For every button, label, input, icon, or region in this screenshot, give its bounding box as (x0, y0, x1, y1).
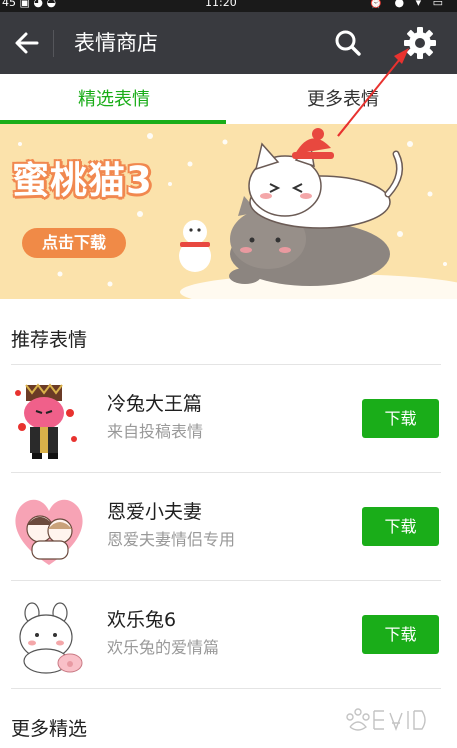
list-item[interactable]: 恩爱小夫妻 恩爱夫妻情侣专用 下载 (0, 473, 457, 581)
banner-title: 蜜桃猫3 (12, 159, 153, 202)
tab-featured[interactable]: 精选表情 (0, 74, 228, 124)
sticker-name: 欢乐兔6 (107, 609, 177, 631)
download-button[interactable]: 下载 (362, 399, 439, 438)
sticker-thumbnail-cold-rabbit (15, 383, 77, 459)
watermark-logo (346, 708, 426, 731)
status-right: ⏰ ● ▾ ▭ (369, 0, 447, 9)
sticker-thumbnail-happy-rabbit (19, 602, 83, 674)
status-left: 45 ▣ ◕ ◒ (2, 0, 57, 9)
sticker-name: 恩爱小夫妻 (107, 501, 203, 523)
sticker-store-screen: 45 ▣ ◕ ◒ 11:20 ⏰ ● ▾ ▭ 表情商店 精选表情 更多表情 蜜桃… (0, 0, 457, 748)
list-item[interactable]: 冷兔大王篇 来自投稿表情 下载 (0, 365, 457, 473)
download-button[interactable]: 下载 (362, 615, 439, 654)
sticker-description: 来自投稿表情 (107, 422, 204, 441)
sticker-thumbnail-loving-couple (15, 499, 83, 565)
sticker-description: 恩爱夫妻情侣专用 (107, 530, 236, 549)
appbar-divider (53, 30, 54, 57)
list-item[interactable]: 欢乐兔6 欢乐兔的爱情篇 下载 (0, 581, 457, 689)
banner-download-button[interactable]: 点击下载 (22, 228, 126, 258)
recommended-section-title: 推荐表情 (11, 329, 88, 351)
status-bar: 45 ▣ ◕ ◒ 11:20 ⏰ ● ▾ ▭ (0, 0, 457, 12)
status-time: 11:20 (205, 0, 237, 9)
page-title: 表情商店 (74, 31, 158, 55)
sticker-name: 冷兔大王篇 (107, 393, 203, 415)
list-divider (11, 688, 441, 689)
promo-banner[interactable]: 蜜桃猫3 点击下载 (0, 124, 457, 299)
sticker-description: 欢乐兔的爱情篇 (107, 638, 220, 657)
annotation-arrow (337, 48, 409, 137)
more-section-title: 更多精选 (11, 718, 88, 740)
arrow-left-icon (15, 32, 39, 54)
download-button[interactable]: 下载 (362, 507, 439, 546)
back-button[interactable] (10, 26, 44, 60)
